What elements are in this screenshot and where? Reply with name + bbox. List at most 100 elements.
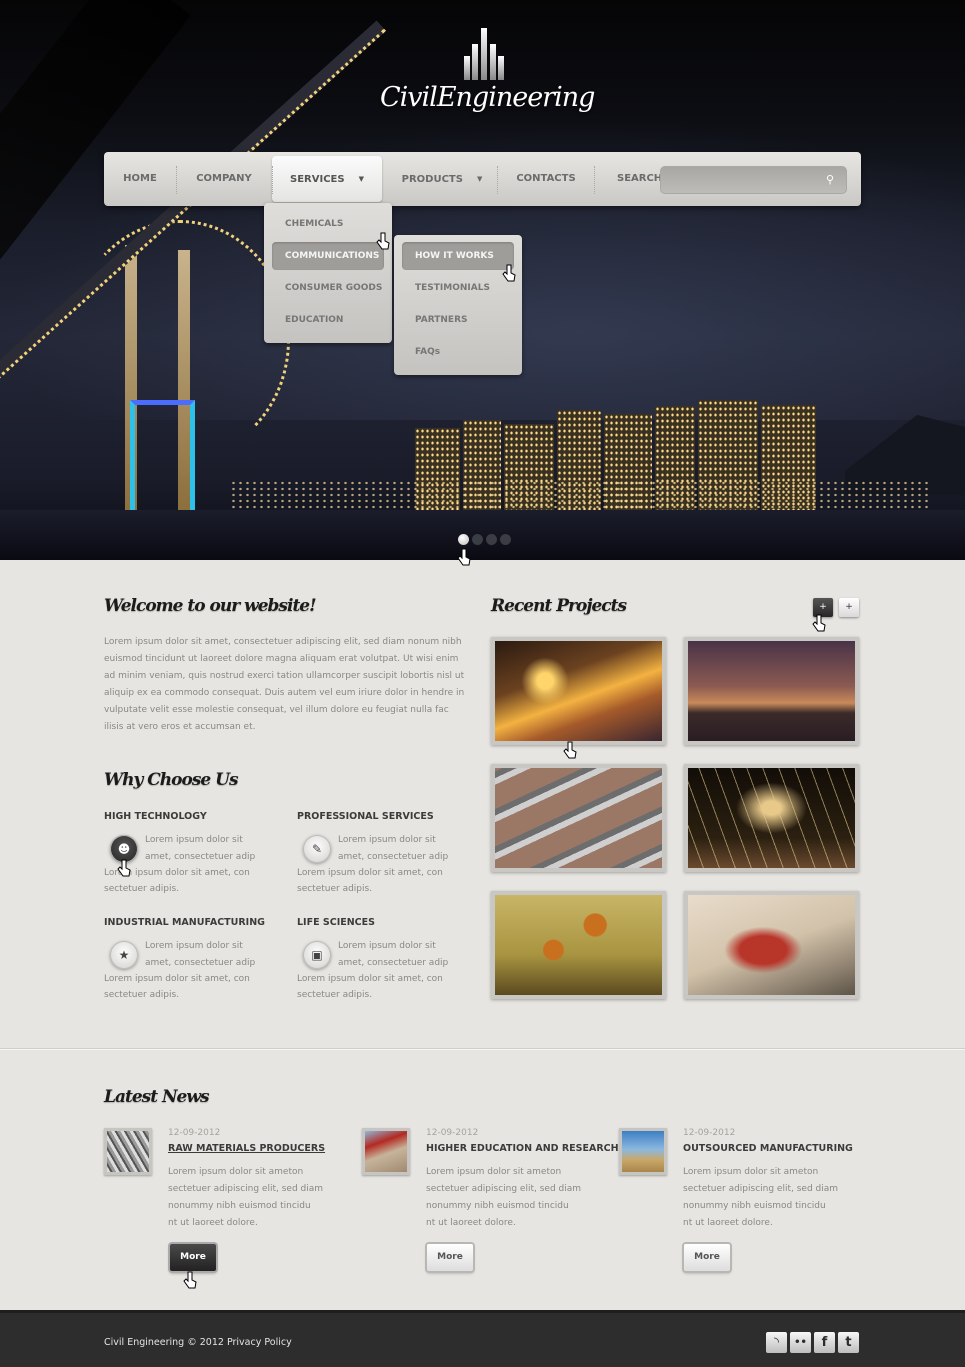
slider-dot[interactable]: [486, 534, 497, 545]
desert-conveyor-image: [622, 1131, 664, 1172]
nav-item-contacts[interactable]: CONTACTS: [497, 152, 595, 206]
menu-item-chemicals[interactable]: CHEMICALS: [272, 210, 384, 238]
hand-cursor-icon: [457, 548, 471, 566]
hand-cursor-icon: [502, 264, 516, 282]
slider-dot[interactable]: [500, 534, 511, 545]
nav-label: CONTACTS: [516, 173, 576, 184]
projects-next-button[interactable]: +: [839, 598, 859, 617]
more-button[interactable]: More: [427, 1244, 473, 1271]
nav-label: HOME: [123, 173, 157, 184]
search-input[interactable]: [660, 166, 847, 194]
bay-bridge-sunset-image: [688, 641, 855, 741]
section-divider: [0, 1048, 965, 1050]
feature-text: Lorem ipsum dolor sit amet, con: [297, 868, 443, 878]
night-bridge-lights-image: [495, 641, 662, 741]
menu-item-education[interactable]: EDUCATION: [272, 306, 384, 334]
menu-item-testimonials[interactable]: TESTIMONIALS: [402, 274, 514, 302]
slider-dot[interactable]: [458, 534, 469, 545]
floppy-disk-icon[interactable]: ▣: [303, 941, 331, 969]
feature-text: sectetuer adipis.: [104, 884, 180, 894]
footer: Civil Engineering © 2012 Privacy Policy …: [0, 1310, 965, 1367]
feature-text: Lorem ipsum dolor sit amet, con: [104, 974, 250, 984]
news-text: nt ut laoreet dolore.: [683, 1218, 773, 1228]
feature-title: INDUSTRIAL MANUFACTURING: [104, 917, 265, 928]
projects-title: Recent Projects: [491, 596, 627, 616]
nav-label: PRODUCTS: [401, 174, 463, 185]
news-thumbnail[interactable]: [104, 1128, 152, 1175]
news-text: sectetuer adipiscing elit, sed diam: [426, 1184, 582, 1194]
news-date: 12-09-2012: [683, 1128, 736, 1138]
oil-pumpjacks-image: [495, 895, 662, 995]
feature-text: Lorem ipsum dolor sit amet, con: [297, 974, 443, 984]
nav-label: COMPANY: [196, 173, 252, 184]
feature-text: Lorem ipsum dolor sit: [145, 941, 243, 951]
shore-lights: [230, 480, 930, 510]
news-text: Lorem ipsum dolor sit ameton: [683, 1167, 819, 1177]
project-thumbnail[interactable]: [491, 637, 666, 745]
why-choose-title: Why Choose Us: [104, 770, 239, 790]
flickr-icon[interactable]: ••: [790, 1332, 811, 1353]
feature-title: PROFESSIONAL SERVICES: [297, 811, 434, 822]
cable-stayed-bridge-image: [688, 768, 855, 868]
feature-text: amet, consectetuer adip: [338, 852, 449, 862]
rss-icon[interactable]: ◝: [766, 1332, 787, 1353]
copyright-text: Civil Engineering © 2012: [104, 1337, 224, 1348]
nav-item-services[interactable]: SERVICES ▼: [272, 152, 382, 206]
menu-item-partners[interactable]: PARTNERS: [402, 306, 514, 334]
search-button[interactable]: ⚲: [822, 172, 838, 188]
building-bars-icon: [464, 25, 504, 80]
communications-submenu: HOW IT WORKS TESTIMONIALS PARTNERS FAQs: [394, 235, 522, 375]
magnifier-icon: ⚲: [825, 173, 835, 186]
feature-title: HIGH TECHNOLOGY: [104, 811, 207, 822]
feature-text: sectetuer adipis.: [297, 884, 373, 894]
nav-separator: [594, 166, 595, 194]
caret-down-icon: ▼: [358, 175, 364, 183]
logo-text: CivilEngineering: [380, 82, 595, 113]
menu-item-how-it-works[interactable]: HOW IT WORKS: [402, 242, 514, 270]
feature-text: Lorem ipsum dolor sit: [338, 941, 436, 951]
feature-text: Lorem ipsum dolor sit: [145, 835, 243, 845]
news-text: nonummy nibh euismod tincidu: [683, 1201, 826, 1211]
project-thumbnail[interactable]: [491, 764, 666, 872]
star-icon[interactable]: ★: [110, 941, 138, 969]
more-button[interactable]: More: [170, 1244, 216, 1271]
news-thumbnail[interactable]: [619, 1128, 667, 1175]
hand-cursor-icon: [563, 741, 577, 759]
feature-text: amet, consectetuer adip: [145, 852, 256, 862]
news-text: nonummy nibh euismod tincidu: [168, 1201, 311, 1211]
project-thumbnail[interactable]: [684, 764, 859, 872]
news-title-link[interactable]: RAW MATERIALS PRODUCERS: [168, 1143, 325, 1154]
search-label: SEARCH: [617, 173, 663, 184]
news-text: nonummy nibh euismod tincidu: [426, 1201, 569, 1211]
more-button[interactable]: More: [684, 1244, 730, 1271]
news-title[interactable]: OUTSOURCED MANUFACTURING: [683, 1143, 853, 1154]
menu-item-faqs[interactable]: FAQs: [402, 338, 514, 366]
feature-text: Lorem ipsum dolor sit: [338, 835, 436, 845]
nav-label: SERVICES: [290, 174, 345, 185]
nav-item-company[interactable]: COMPANY: [176, 152, 272, 206]
hand-cursor-icon: [117, 859, 131, 877]
slider-dot[interactable]: [472, 534, 483, 545]
nav-item-home[interactable]: HOME: [104, 152, 176, 206]
feature-text: amet, consectetuer adip: [145, 958, 256, 968]
project-thumbnail[interactable]: [684, 891, 859, 999]
news-title[interactable]: HIGHER EDUCATION AND RESEARCH: [426, 1143, 619, 1154]
news-text: Lorem ipsum dolor sit ameton: [426, 1167, 562, 1177]
facebook-icon[interactable]: f: [814, 1332, 835, 1353]
privacy-policy-link[interactable]: Privacy Policy: [227, 1337, 292, 1348]
menu-item-consumer-goods[interactable]: CONSUMER GOODS: [272, 274, 384, 302]
nav-item-products[interactable]: PRODUCTS ▼: [382, 152, 502, 206]
project-thumbnail[interactable]: [684, 637, 859, 745]
news-date: 12-09-2012: [168, 1128, 221, 1138]
news-text: nt ut laoreet dolore.: [168, 1218, 258, 1228]
highway-interchange-image: [495, 768, 662, 868]
project-thumbnail[interactable]: [491, 891, 666, 999]
news-text: sectetuer adipiscing elit, sed diam: [683, 1184, 839, 1194]
news-thumbnail[interactable]: [362, 1128, 410, 1175]
feature-text: sectetuer adipis.: [297, 990, 373, 1000]
pencil-icon[interactable]: ✎: [303, 835, 331, 863]
menu-item-communications[interactable]: COMMUNICATIONS: [272, 242, 384, 270]
hand-cursor-icon: [376, 232, 390, 250]
logo[interactable]: CivilEngineering: [380, 20, 595, 140]
twitter-icon[interactable]: t: [838, 1332, 859, 1353]
